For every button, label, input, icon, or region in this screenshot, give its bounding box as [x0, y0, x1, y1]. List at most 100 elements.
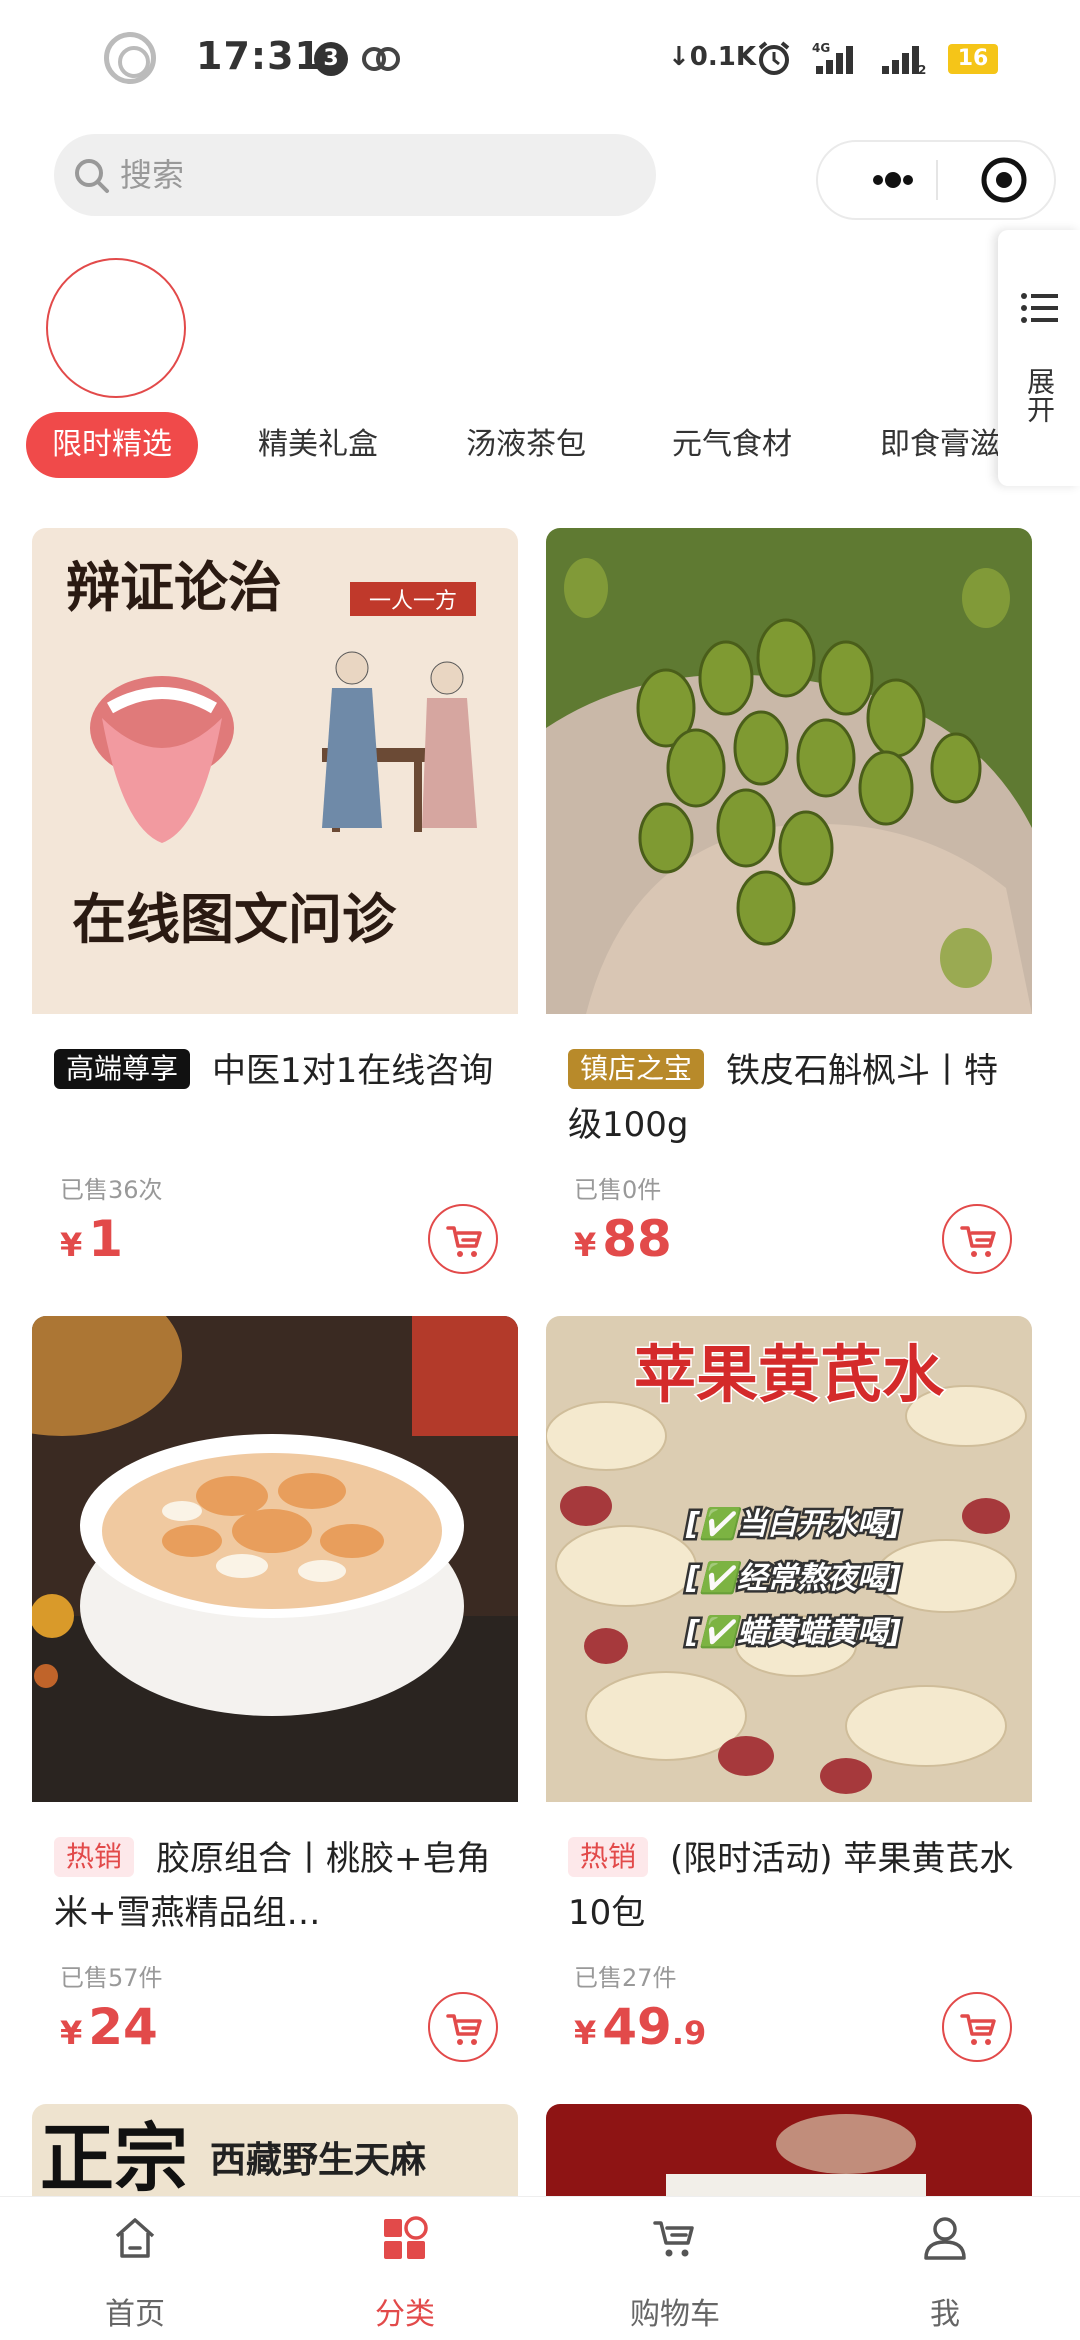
product-image[interactable] [32, 1316, 518, 1802]
home-icon [115, 2218, 155, 2258]
add-to-cart-button[interactable] [942, 1204, 1012, 1274]
tab-ready-to-eat-paste[interactable]: 即食膏滋 [880, 412, 998, 478]
product-image[interactable] [546, 528, 1032, 1014]
svg-text:4G: 4G [812, 41, 830, 55]
product-card-peek[interactable]: 正宗 西藏野生天麻 [32, 2104, 518, 2196]
product-image[interactable]: 苹果黄芪水 [✅当白开水喝] [✅经常熬夜喝] [✅蜡黄蜡黄喝] [546, 1316, 1032, 1802]
currency-symbol: ¥ [60, 1226, 83, 1264]
product-image: 正宗 西藏野生天麻 [40, 2116, 426, 2196]
currency-symbol: ¥ [60, 2014, 83, 2052]
shop-logo-avatar[interactable] [46, 258, 186, 398]
product-tag: 热销 [568, 1837, 649, 1877]
capsule-divider [936, 160, 938, 200]
status-bar: 17:31 3 ↓0.1K 4G 2 16 [0, 0, 1080, 120]
nav-label: 我 [930, 2297, 960, 2332]
product-tag: 热销 [54, 1837, 135, 1877]
net-speed: ↓0.1K [668, 42, 756, 72]
cart-icon [960, 1226, 996, 1257]
link-icon [362, 47, 400, 71]
nav-label: 分类 [375, 2297, 435, 2332]
add-to-cart-button[interactable] [428, 1992, 498, 2062]
apple-astragalus-photo: 苹果黄芪水 [✅当白开水喝] [✅经常熬夜喝] [✅蜡黄蜡黄喝] [546, 1316, 1032, 1802]
product-card[interactable]: 热销 胶原组合丨桃胶+皂角米+雪燕精品组… 已售57件 ¥24 [32, 1316, 518, 2076]
product-image[interactable]: 辩证论治 一人一方 在线图文问诊 [32, 528, 518, 1014]
cart-icon [960, 2014, 996, 2045]
signal-4g-icon: 4G [812, 41, 853, 74]
bottom-tab-bar: 首页 分类 购物车 我 [0, 2196, 1080, 2340]
price-integer: 24 [88, 1998, 158, 2056]
sold-count: 已售36次 [60, 1176, 163, 1204]
price-integer: 1 [88, 1210, 124, 1268]
cart-icon [653, 2221, 694, 2257]
sold-count: 已售57件 [60, 1964, 163, 1992]
nav-category[interactable]: 分类 [270, 2197, 540, 2340]
nav-me[interactable]: 我 [810, 2197, 1080, 2340]
image-headline: 辩证论治 [66, 555, 282, 619]
image-headline: 苹果黄芪水 [634, 1338, 945, 1411]
more-options-icon[interactable] [848, 142, 938, 218]
battery-indicator: 16 [948, 44, 998, 74]
currency-symbol: ¥ [574, 1226, 597, 1264]
image-footer-text: 在线图文问诊 [72, 887, 397, 951]
nav-label: 首页 [105, 2297, 165, 2332]
tab-vitality-ingredients[interactable]: 元气食材 [672, 412, 792, 478]
expand-label: 展开 [1023, 367, 1056, 423]
collagen-bowl-photo [32, 1316, 518, 1802]
product-card[interactable]: 辩证论治 一人一方 在线图文问诊 高端尊享 中医1对1在线咨询 已售36次 ¥1 [32, 528, 518, 1288]
user-icon [924, 2217, 966, 2260]
product-price: ¥24 [60, 1998, 158, 2056]
alarm-icon [758, 41, 790, 75]
product-image [666, 2114, 926, 2196]
expand-categories-button[interactable]: 展开 [998, 230, 1080, 486]
price-integer: 88 [602, 1210, 672, 1268]
product-tag: 高端尊享 [54, 1049, 191, 1089]
tab-limited-selection[interactable]: 限时精选 [26, 412, 198, 478]
tab-gift-boxes[interactable]: 精美礼盒 [258, 412, 378, 478]
svg-text:2: 2 [918, 63, 926, 76]
peek-text-main: 正宗 [40, 2116, 188, 2196]
cart-icon [446, 1226, 482, 1257]
product-title[interactable]: 高端尊享 中医1对1在线咨询 [54, 1044, 504, 1098]
peek-text-sub: 西藏野生天麻 [210, 2139, 426, 2181]
product-price: ¥1 [60, 1210, 123, 1268]
image-line-1: [✅当白开水喝] [685, 1506, 901, 1542]
product-price: ¥88 [574, 1210, 672, 1268]
product-title[interactable]: 镇店之宝 铁皮石斛枫斗丨特级100g [568, 1044, 1018, 1152]
image-line-2: [✅经常熬夜喝] [685, 1560, 901, 1596]
product-price: ¥49.9 [574, 1998, 706, 2056]
miniprogram-capsule [816, 140, 1056, 220]
search-bar[interactable] [54, 134, 656, 216]
price-decimal: .9 [671, 2014, 707, 2052]
add-to-cart-button[interactable] [942, 1992, 1012, 2062]
consultation-illustration: 辩证论治 一人一方 在线图文问诊 [32, 528, 518, 1014]
status-time: 17:31 [196, 34, 322, 78]
dendrobium-photo [546, 528, 1032, 1014]
nav-cart[interactable]: 购物车 [540, 2197, 810, 2340]
tab-soup-tea-bags[interactable]: 汤液茶包 [466, 412, 586, 478]
list-icon [1021, 293, 1058, 323]
image-line-3: [✅蜡黄蜡黄喝] [685, 1614, 901, 1650]
add-to-cart-button[interactable] [428, 1204, 498, 1274]
product-title-text: 中医1对1在线咨询 [212, 1051, 494, 1091]
nav-home[interactable]: 首页 [0, 2197, 270, 2340]
signal-sim2-icon: 2 [882, 46, 926, 76]
product-card[interactable]: 镇店之宝 铁皮石斛枫斗丨特级100g 已售0件 ¥88 [546, 528, 1032, 1288]
product-card-peek[interactable] [546, 2104, 1032, 2196]
close-miniprogram-icon[interactable] [968, 142, 1040, 218]
net-speed-value: 0.1K [689, 42, 757, 72]
product-title[interactable]: 热销 (限时活动) 苹果黄芪水10包 [568, 1832, 1018, 1940]
download-arrow-icon: ↓ [668, 42, 690, 72]
product-title[interactable]: 热销 胶原组合丨桃胶+皂角米+雪燕精品组… [54, 1832, 504, 1940]
search-icon [75, 159, 109, 193]
currency-symbol: ¥ [574, 2014, 597, 2052]
category-icon [384, 2216, 428, 2259]
product-card[interactable]: 苹果黄芪水 [✅当白开水喝] [✅经常熬夜喝] [✅蜡黄蜡黄喝] 热销 (限时活动… [546, 1316, 1032, 2076]
nav-label: 购物车 [630, 2297, 720, 2332]
product-tag: 镇店之宝 [568, 1049, 705, 1089]
price-integer: 49 [602, 1998, 672, 2056]
sold-count: 已售27件 [574, 1964, 677, 1992]
sold-count: 已售0件 [574, 1176, 662, 1204]
search-input[interactable] [120, 134, 620, 216]
app-ring-icon [104, 32, 156, 84]
cart-icon [446, 2014, 482, 2045]
